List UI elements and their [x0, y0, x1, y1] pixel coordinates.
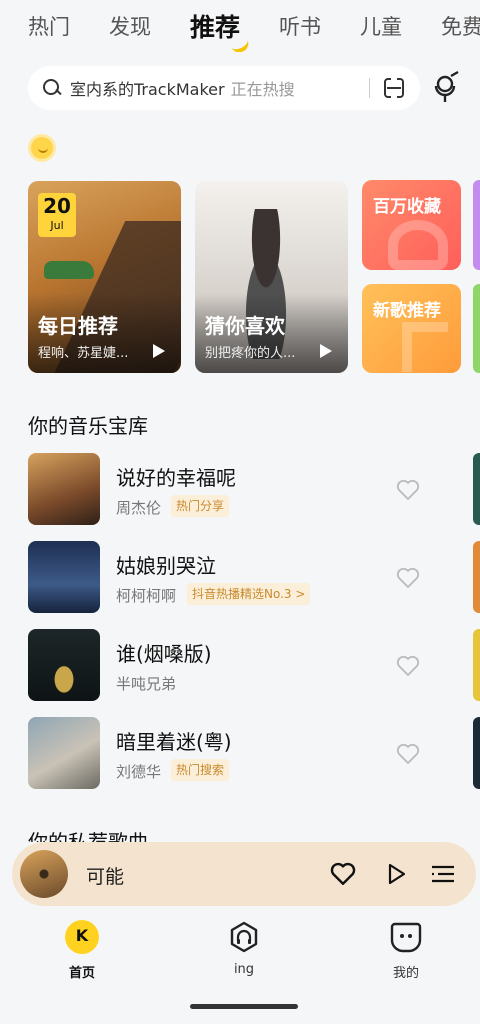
new-songs-card-title: 新歌推荐	[373, 301, 441, 321]
next-card-peek[interactable]	[473, 180, 480, 270]
next-column-peek[interactable]	[473, 629, 480, 701]
nav-ing[interactable]: ing	[204, 920, 284, 977]
song-artist: 半吨兄弟	[116, 675, 177, 693]
daily-recommend-card[interactable]: 20 Jul 每日推荐 程响、苏星婕...	[28, 181, 181, 373]
song-cover	[28, 717, 100, 789]
search-bar[interactable]: 室内系的TrackMaker 正在热搜	[28, 66, 420, 110]
song-cover	[28, 453, 100, 525]
tab-discover[interactable]: 发现	[109, 11, 151, 41]
date-month: Jul	[50, 219, 64, 232]
nav-mine[interactable]: 我的	[366, 920, 446, 981]
nav-mine-label: 我的	[392, 966, 419, 981]
voice-search-icon[interactable]	[430, 70, 462, 106]
tab-free[interactable]: 免费	[441, 11, 480, 41]
next-column-peek[interactable]	[473, 717, 480, 789]
player-song-title: 可能	[86, 866, 125, 888]
next-card-peek[interactable]	[473, 284, 480, 373]
playlist-icon[interactable]	[430, 862, 456, 886]
next-column-peek[interactable]	[473, 541, 480, 613]
tab-audiobooks[interactable]: 听书	[279, 11, 321, 41]
tab-kids[interactable]: 儿童	[360, 11, 402, 41]
nav-home-label: 首页	[68, 966, 95, 981]
nav-ing-label: ing	[233, 962, 255, 977]
search-hint: 正在热搜	[230, 80, 295, 99]
top-tab-bar: 热门 发现 推荐 听书 儿童 免费	[0, 0, 480, 52]
home-logo-icon	[65, 920, 99, 954]
library-title: 你的音乐宝库	[28, 414, 148, 438]
music-note-decoration-icon	[402, 322, 448, 372]
date-badge: 20 Jul	[38, 193, 76, 237]
favorite-heart-icon[interactable]	[396, 567, 420, 589]
guess-card-subtitle: 别把疼你的人...	[205, 346, 296, 361]
tab-recommend[interactable]: 推荐	[190, 8, 252, 52]
daily-card-subtitle: 程响、苏星婕...	[38, 346, 129, 361]
song-artist: 柯柯柯啊	[116, 587, 177, 605]
date-day: 20	[43, 194, 71, 218]
daily-card-car-art	[44, 261, 94, 279]
scan-icon[interactable]	[384, 78, 404, 98]
play-icon[interactable]	[320, 344, 332, 358]
profile-face-icon	[390, 922, 422, 953]
tab-hot[interactable]: 热门	[28, 11, 70, 41]
search-divider	[369, 78, 370, 98]
million-card-title: 百万收藏	[373, 197, 441, 217]
system-home-indicator[interactable]	[190, 1004, 298, 1009]
player-heart-icon[interactable]	[330, 862, 356, 886]
song-tag[interactable]: 抖音热播精选No.3 >	[187, 583, 311, 605]
song-artist: 周杰伦	[116, 499, 162, 517]
song-tag: 热门搜索	[171, 759, 230, 781]
song-title: 暗里着迷(粤)	[116, 730, 232, 754]
nav-home[interactable]: 首页	[42, 920, 122, 981]
daily-sun-badge-icon[interactable]	[28, 134, 56, 162]
favorite-heart-icon[interactable]	[396, 479, 420, 501]
song-row[interactable]: 姑娘别哭泣 柯柯柯啊 抖音热播精选No.3 >	[28, 541, 468, 613]
search-icon	[42, 78, 62, 98]
song-artist: 刘德华	[116, 763, 162, 781]
song-title: 说好的幸福呢	[116, 466, 236, 490]
song-title: 姑娘别哭泣	[116, 554, 216, 578]
search-query: 室内系的TrackMaker	[70, 80, 225, 99]
song-row[interactable]: 暗里着迷(粤) 刘德华 热门搜索	[28, 717, 468, 789]
daily-card-title: 每日推荐	[38, 314, 118, 338]
favorite-heart-icon[interactable]	[396, 743, 420, 765]
song-tag: 热门分享	[171, 495, 230, 517]
player-play-icon[interactable]	[384, 862, 408, 886]
guess-card-title: 猜你喜欢	[205, 314, 285, 338]
tab-recommend-label: 推荐	[190, 13, 241, 42]
favorite-heart-icon[interactable]	[396, 655, 420, 677]
new-songs-card[interactable]: 新歌推荐	[362, 284, 461, 373]
song-row[interactable]: 谁(烟嗓版) 半吨兄弟	[28, 629, 468, 701]
heart-decoration-icon	[388, 220, 448, 270]
headphones-icon	[230, 921, 258, 953]
song-cover	[28, 541, 100, 613]
song-title: 谁(烟嗓版)	[116, 642, 212, 666]
player-cover[interactable]	[20, 850, 68, 898]
guess-you-like-card[interactable]: 猜你喜欢 别把疼你的人...	[195, 181, 348, 373]
next-section-title: 你的私荐歌曲	[28, 830, 148, 842]
play-icon[interactable]	[153, 344, 165, 358]
song-row[interactable]: 说好的幸福呢 周杰伦 热门分享	[28, 453, 468, 525]
mini-player[interactable]: 可能	[12, 842, 476, 906]
song-cover	[28, 629, 100, 701]
million-favorites-card[interactable]: 百万收藏	[362, 180, 461, 270]
next-column-peek[interactable]	[473, 453, 480, 525]
